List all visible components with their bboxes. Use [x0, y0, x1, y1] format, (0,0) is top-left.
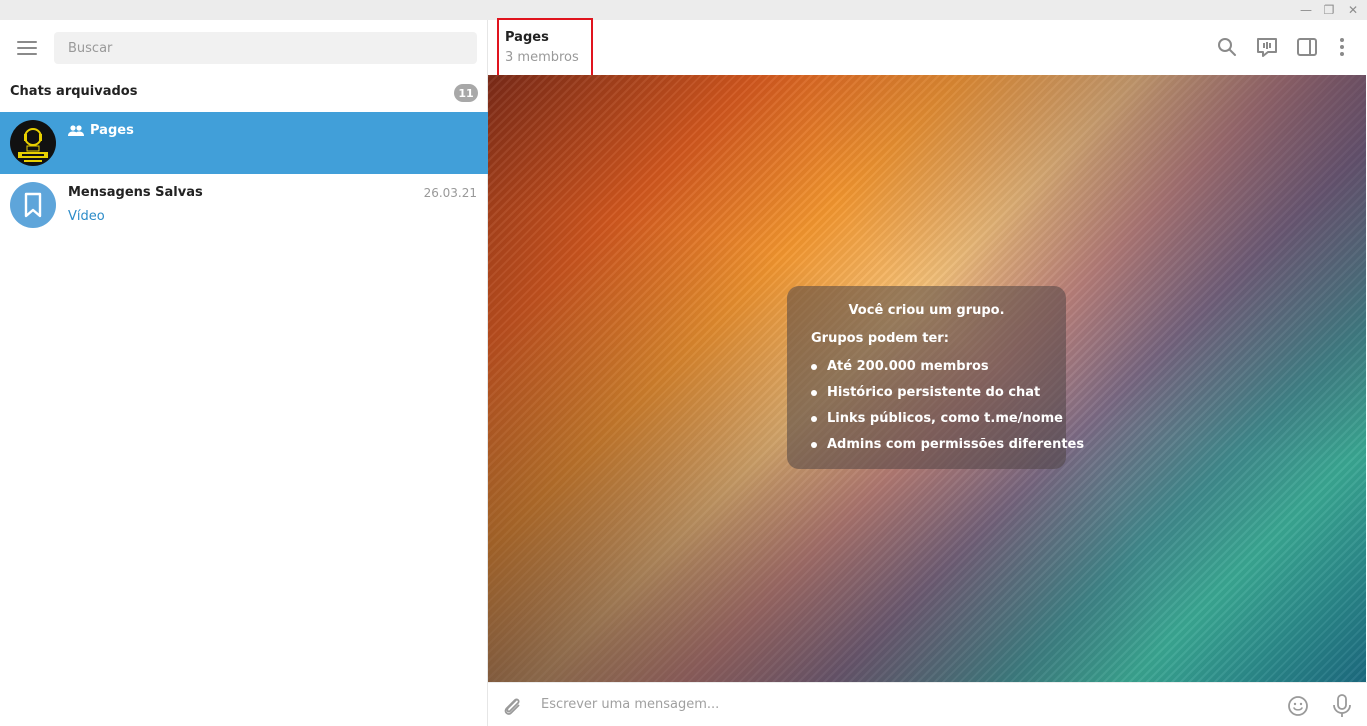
chat-list-panel: Buscar Chats arquivados 11 Pages Mensage…: [0, 20, 488, 726]
group-icon: [68, 124, 84, 136]
close-window-button[interactable]: ✕: [1341, 0, 1365, 20]
chat-preview: Vídeo: [68, 209, 105, 224]
chat-panel: Pages 3 membros Você criou um grupo. Gru…: [488, 18, 1367, 726]
chat-name: Pages: [68, 123, 134, 138]
chat-name-label: Pages: [90, 123, 134, 138]
minimize-button[interactable]: —: [1294, 0, 1318, 20]
chat-header: Pages 3 membros: [488, 18, 1367, 85]
search-icon[interactable]: [1215, 35, 1239, 59]
more-vertical-icon[interactable]: [1330, 35, 1354, 59]
notice-title: Você criou um grupo.: [848, 303, 1005, 318]
microphone-icon[interactable]: [1330, 693, 1354, 719]
notice-item: Histórico persistente do chat: [810, 385, 1041, 400]
menu-icon[interactable]: [17, 41, 37, 55]
notice-item: Admins com permissões diferentes: [810, 437, 1085, 452]
notice-item: Até 200.000 membros: [811, 359, 989, 374]
minimize-icon: —: [1300, 3, 1312, 17]
group-created-notice: Você criou um grupo. Grupos podem ter: A…: [787, 286, 1084, 469]
sidebar-toggle-icon[interactable]: [1295, 35, 1319, 59]
restore-button[interactable]: ❐: [1317, 0, 1341, 20]
avatar: [10, 120, 56, 166]
bookmark-icon: [24, 192, 42, 218]
search-placeholder: Buscar: [68, 40, 113, 56]
attach-icon[interactable]: [500, 694, 524, 718]
search-input[interactable]: Buscar: [54, 32, 477, 64]
emoji-icon[interactable]: [1286, 694, 1310, 718]
caution-avatar-icon: [10, 120, 56, 166]
window-titlebar: — ❐ ✕: [0, 0, 1367, 20]
chat-date: 26.03.21: [423, 186, 477, 200]
notice-subtitle: Grupos podem ter:: [811, 331, 949, 346]
live-chat-icon[interactable]: [1255, 35, 1279, 59]
message-composer: Escrever uma mensagem...: [488, 682, 1367, 726]
chat-name: Mensagens Salvas: [68, 185, 203, 200]
message-input[interactable]: Escrever uma mensagem...: [541, 697, 719, 712]
chat-item-pages[interactable]: Pages: [0, 112, 488, 174]
chat-wallpaper: Você criou um grupo. Grupos podem ter: A…: [488, 75, 1366, 682]
archived-chats-title[interactable]: Chats arquivados: [10, 84, 137, 99]
chat-item-saved-messages[interactable]: Mensagens Salvas 26.03.21 Vídeo: [0, 174, 488, 236]
restore-icon: ❐: [1323, 3, 1335, 17]
avatar: [10, 182, 56, 228]
archived-count-badge: 11: [454, 84, 478, 102]
notice-item: Links públicos, como t.me/nome: [811, 411, 1063, 426]
close-icon: ✕: [1347, 3, 1359, 17]
